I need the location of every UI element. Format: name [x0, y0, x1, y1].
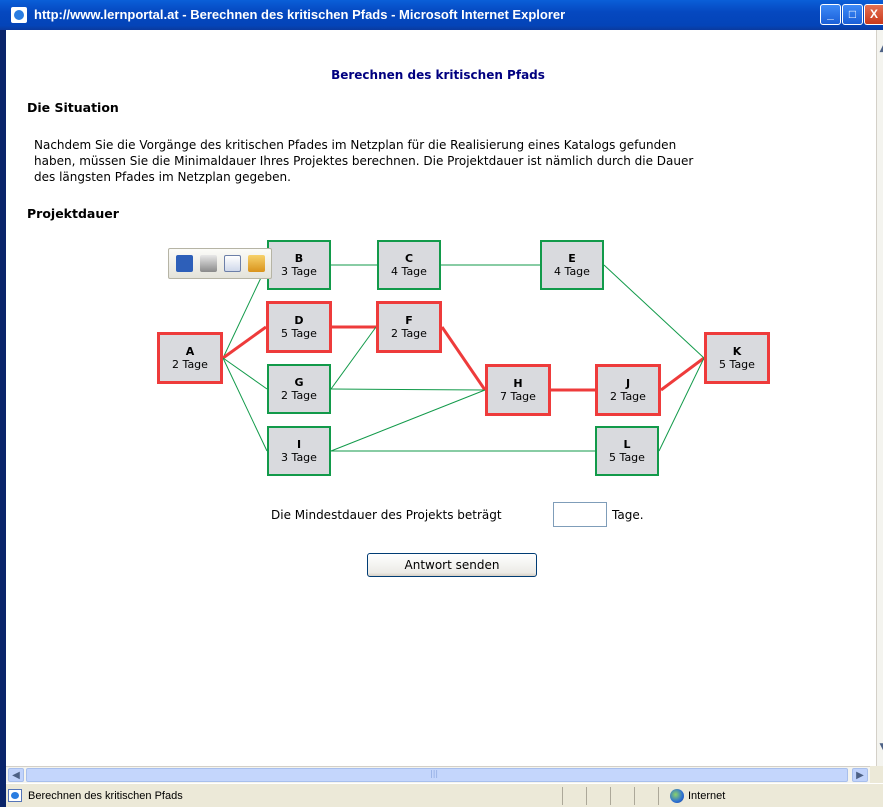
node-label: E: [568, 252, 576, 265]
node-label: G: [294, 376, 304, 389]
node-duration: 2 Tage: [610, 390, 646, 403]
status-divider: [586, 787, 587, 805]
node-label: C: [404, 252, 414, 265]
scrollbar-corner: [870, 766, 883, 783]
node-duration: 3 Tage: [281, 265, 317, 278]
node-duration: 2 Tage: [391, 327, 427, 340]
edge-a-d: [222, 325, 267, 360]
node-h: H 7 Tage: [485, 364, 551, 416]
image-toolbar: [168, 248, 272, 279]
horizontal-scrollbar[interactable]: ◀ ▶: [6, 766, 870, 783]
page-done-icon: [8, 789, 22, 802]
edge-g-f: [330, 326, 377, 390]
node-duration: 4 Tage: [554, 265, 590, 278]
node-k: K 5 Tage: [704, 332, 770, 384]
minimize-button[interactable]: _: [820, 4, 841, 25]
edge-e-k: [603, 264, 705, 359]
node-duration: 4 Tage: [391, 265, 427, 278]
node-duration: 5 Tage: [719, 358, 755, 371]
node-i: I 3 Tage: [267, 426, 331, 476]
edge-i-h: [330, 389, 486, 452]
node-duration: 5 Tage: [609, 451, 645, 464]
status-text: Berechnen des kritischen Pfads: [28, 790, 183, 802]
title-bar: http://www.lernportal.at - Berechnen des…: [0, 0, 883, 30]
maximize-button[interactable]: □: [842, 4, 863, 25]
node-j: J 2 Tage: [595, 364, 661, 416]
close-button[interactable]: X: [864, 4, 883, 25]
scroll-right-icon[interactable]: ▶: [852, 768, 868, 782]
scroll-up-icon[interactable]: ▲: [877, 44, 883, 60]
window-title: http://www.lernportal.at - Berechnen des…: [34, 7, 566, 22]
node-duration: 7 Tage: [500, 390, 536, 403]
node-b: B 3 Tage: [267, 240, 331, 290]
status-divider: [562, 787, 563, 805]
node-label: H: [513, 377, 523, 390]
email-icon[interactable]: [224, 255, 241, 272]
node-e: E 4 Tage: [540, 240, 604, 290]
question-label: Die Mindestdauer des Projekts beträgt: [271, 508, 502, 522]
node-label: F: [405, 314, 413, 327]
page-content: Berechnen des kritischen Pfads Die Situa…: [6, 30, 883, 766]
node-a: A 2 Tage: [157, 332, 223, 384]
node-label: K: [732, 345, 742, 358]
save-icon[interactable]: [176, 255, 193, 272]
node-label: J: [625, 377, 631, 390]
ie-window: http://www.lernportal.at - Berechnen des…: [0, 0, 883, 807]
node-d: D 5 Tage: [266, 301, 332, 353]
node-label: D: [294, 314, 304, 327]
node-label: B: [294, 252, 304, 265]
edge-g-h: [330, 388, 486, 391]
edge-l-k: [658, 357, 705, 452]
print-icon[interactable]: [200, 255, 217, 272]
zone-label: Internet: [688, 790, 726, 802]
node-g: G 2 Tage: [267, 364, 331, 414]
edge-j-k: [660, 356, 705, 392]
edge-a-i: [222, 357, 268, 452]
node-duration: 2 Tage: [172, 358, 208, 371]
scroll-thumb[interactable]: [26, 768, 848, 782]
node-label: L: [623, 438, 631, 451]
scroll-down-icon[interactable]: ▼: [877, 742, 883, 758]
node-l: L 5 Tage: [595, 426, 659, 476]
node-duration: 5 Tage: [281, 327, 317, 340]
my-pictures-icon[interactable]: [248, 255, 265, 272]
scroll-left-icon[interactable]: ◀: [8, 768, 24, 782]
edge-a-g: [222, 357, 268, 390]
node-duration: 3 Tage: [281, 451, 317, 464]
status-divider: [658, 787, 659, 805]
duration-input[interactable]: [553, 502, 607, 527]
submit-answer-button[interactable]: Antwort senden: [367, 553, 537, 577]
edge-f-h: [440, 326, 487, 391]
unit-label: Tage.: [612, 508, 644, 522]
node-duration: 2 Tage: [281, 389, 317, 402]
node-c: C 4 Tage: [377, 240, 441, 290]
internet-zone-icon: [670, 789, 684, 803]
status-divider: [610, 787, 611, 805]
node-label: I: [296, 438, 302, 451]
status-divider: [634, 787, 635, 805]
node-label: A: [185, 345, 195, 358]
status-bar: Berechnen des kritischen Pfads Internet: [6, 783, 883, 807]
ie-page-icon: [11, 7, 27, 23]
node-f: F 2 Tage: [376, 301, 442, 353]
vertical-scrollbar[interactable]: ▲ ▼: [876, 30, 883, 766]
